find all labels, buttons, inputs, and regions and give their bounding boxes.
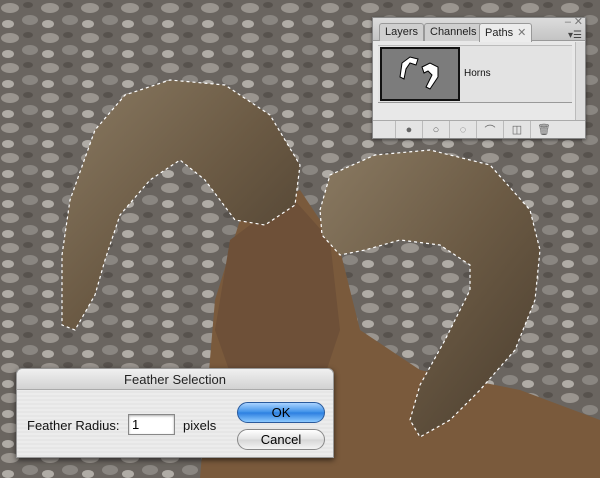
dialog-title: Feather Selection — [17, 369, 333, 390]
feather-radius-input[interactable] — [128, 414, 175, 435]
minimize-icon[interactable]: – — [565, 16, 571, 28]
trash-icon[interactable]: 🗑 — [530, 121, 557, 138]
path-item-horns[interactable]: Horns — [378, 45, 572, 103]
cancel-button[interactable]: Cancel — [237, 429, 325, 450]
new-path-icon[interactable]: ◫ — [503, 121, 530, 138]
make-work-path-icon[interactable]: ⌒ — [476, 121, 503, 138]
panel-tabs: Layers Channels Paths ✕ – ✕ ▾☰ — [373, 15, 585, 42]
tab-paths-label: Paths — [485, 27, 514, 39]
feather-selection-dialog: Feather Selection Feather Radius: pixels… — [16, 368, 334, 458]
paths-panel: Layers Channels Paths ✕ – ✕ ▾☰ Horns ● ○ … — [372, 15, 586, 139]
unit-label: pixels — [183, 418, 217, 433]
close-tab-icon[interactable]: ✕ — [517, 27, 526, 39]
path-thumbnail — [380, 47, 460, 101]
panel-footer: ● ○ ◌ ⌒ ◫ 🗑 — [373, 120, 585, 138]
stroke-path-icon[interactable]: ○ — [422, 121, 449, 138]
ok-button[interactable]: OK — [237, 402, 325, 423]
tab-layers[interactable]: Layers — [379, 23, 425, 41]
panel-menu-icon[interactable]: ▾☰ — [568, 30, 582, 41]
tab-paths[interactable]: Paths ✕ — [479, 23, 533, 42]
tab-channels[interactable]: Channels — [424, 23, 483, 41]
fill-path-icon[interactable]: ● — [395, 121, 422, 138]
panel-scrollbar[interactable] — [575, 42, 585, 120]
path-name: Horns — [464, 68, 491, 79]
close-icon[interactable]: ✕ — [574, 15, 583, 28]
load-selection-icon[interactable]: ◌ — [449, 121, 476, 138]
feather-radius-label: Feather Radius: — [27, 418, 120, 433]
